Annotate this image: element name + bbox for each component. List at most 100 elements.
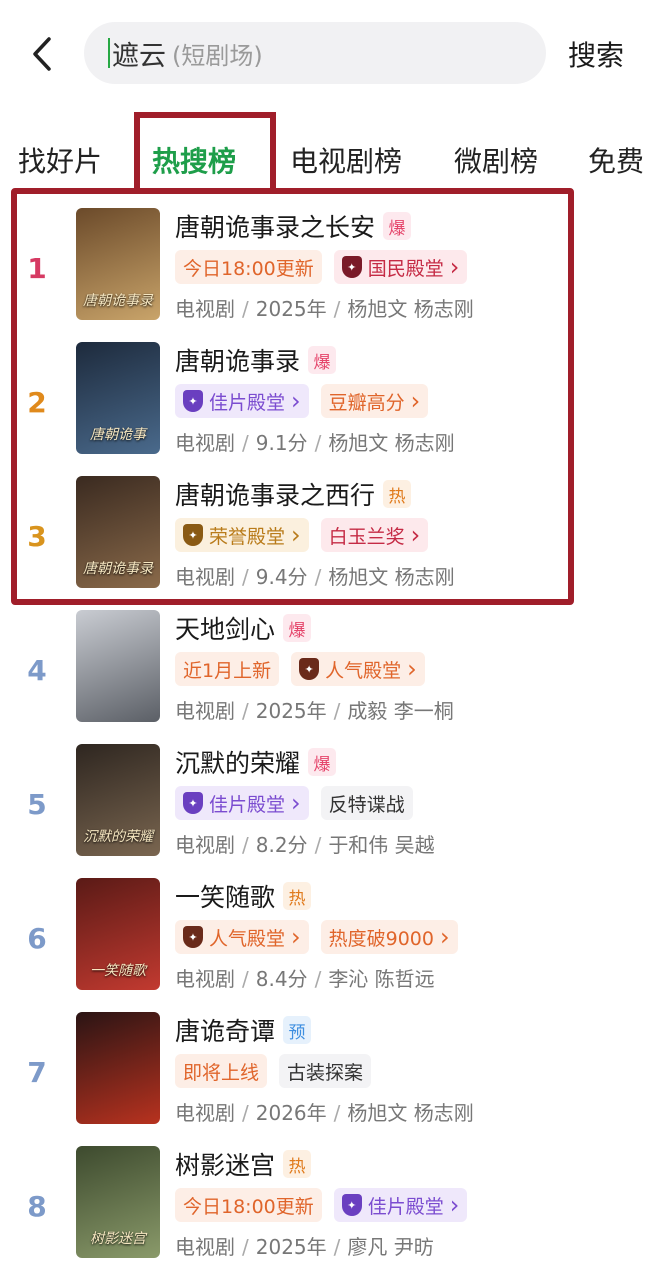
meta-genre: 电视剧	[175, 833, 235, 857]
list-item[interactable]: 6 一笑随歌 一笑随歌热 ✦ 人气殿堂 › 热度破9000 › 电视剧/8.4分 / 李沁 陈哲远	[0, 876, 652, 1010]
tag-row: 今日18:00更新 ✦ 佳片殿堂 ›	[175, 1188, 479, 1222]
poster-image[interactable]	[76, 1012, 160, 1124]
tag-row: ✦ 人气殿堂 › 热度破9000 ›	[175, 920, 470, 954]
meta-separator: /	[242, 699, 249, 723]
meta-separator: /	[242, 967, 249, 991]
meta-separator: /	[242, 1235, 249, 1259]
top-bar: 遮云 (短剧场) 搜索	[0, 0, 652, 108]
tag-row: 近1月上新 ✦ 人气殿堂 ›	[175, 652, 437, 686]
tag-chip: 近1月上新	[175, 652, 280, 686]
search-hint: (短剧场)	[172, 41, 263, 70]
drama-title[interactable]: 沉默的荣耀	[175, 744, 300, 780]
poster-caption: 沉默的荣耀	[83, 829, 153, 845]
highlight-frame-tab	[134, 112, 276, 188]
tag-chip[interactable]: 热度破9000 ›	[320, 920, 458, 954]
tag-label: 佳片殿堂	[367, 1195, 444, 1218]
hot-badge: 热	[283, 882, 312, 910]
tag-chip: 古装探案	[279, 1054, 372, 1088]
drama-meta: 电视剧/2025年 / 成毅 李一桐	[175, 695, 454, 724]
tab-micro-drama[interactable]: 微剧榜	[454, 140, 538, 180]
meta-separator: /	[242, 833, 249, 857]
poster-caption: 一笑随歌	[90, 963, 146, 979]
meta-separator: /	[314, 833, 322, 857]
tag-label: 佳片殿堂	[209, 793, 286, 816]
drama-title[interactable]: 唐诡奇谭	[175, 1012, 275, 1048]
rank-number: 5	[27, 788, 47, 821]
tag-label: 人气殿堂	[209, 927, 286, 950]
tab-free[interactable]: 免费	[588, 140, 644, 180]
chevron-right-icon: ›	[439, 923, 450, 951]
tag-chip: 今日18:00更新	[175, 1188, 322, 1222]
drama-meta: 电视剧/8.2分 / 于和伟 吴越	[175, 829, 435, 858]
rank-number: 6	[27, 922, 47, 955]
list-item[interactable]: 7 唐诡奇谭预即将上线 古装探案 电视剧/2026年 / 杨旭文 杨志刚	[0, 1010, 652, 1144]
poster-image[interactable]: 一笑随歌	[76, 878, 160, 990]
meta-year-or-score: 2025年	[255, 699, 327, 723]
tag-label: 今日18:00更新	[183, 1195, 314, 1218]
hot-badge: 爆	[308, 748, 337, 776]
shield-icon: ✦	[341, 1194, 362, 1216]
meta-cast: 于和伟 吴越	[328, 833, 435, 857]
chevron-right-icon: ›	[407, 655, 417, 683]
poster-image[interactable]: 树影迷宫	[76, 1146, 160, 1258]
drama-title[interactable]: 树影迷宫	[175, 1146, 275, 1182]
meta-separator: /	[333, 1101, 341, 1125]
meta-genre: 电视剧	[175, 1235, 235, 1259]
shield-icon: ✦	[183, 792, 203, 814]
tag-chip[interactable]: ✦ 佳片殿堂 ›	[175, 786, 309, 820]
poster-caption: 树影迷宫	[90, 1231, 146, 1247]
meta-year-or-score: 8.2分	[255, 833, 308, 857]
tag-label: 热度破9000	[328, 927, 434, 950]
tag-chip[interactable]: ✦ 人气殿堂 ›	[291, 652, 425, 686]
drama-title[interactable]: 一笑随歌	[175, 878, 275, 914]
meta-cast: 杨旭文 杨志刚	[347, 1101, 474, 1125]
highlight-frame-top3	[11, 188, 574, 605]
tab-tv-rank[interactable]: 电视剧榜	[290, 140, 402, 180]
shield-icon: ✦	[183, 926, 203, 948]
meta-separator: /	[242, 1101, 249, 1125]
meta-year-or-score: 2026年	[255, 1101, 327, 1125]
list-item[interactable]: 4 天地剑心爆近1月上新 ✦ 人气殿堂 › 电视剧/2025年 / 成毅 李一桐	[0, 608, 652, 742]
meta-genre: 电视剧	[175, 967, 235, 991]
search-input[interactable]: 遮云 (短剧场)	[84, 22, 546, 84]
hot-badge: 热	[283, 1150, 312, 1178]
text-cursor	[108, 38, 110, 68]
hot-badge: 爆	[283, 614, 312, 642]
meta-separator: /	[314, 967, 322, 991]
chevron-left-icon	[33, 37, 51, 71]
tag-chip: 即将上线	[175, 1054, 268, 1088]
tag-label: 古装探案	[287, 1061, 364, 1084]
rank-number: 8	[27, 1190, 47, 1223]
chevron-right-icon: ›	[291, 789, 301, 817]
meta-genre: 电视剧	[175, 699, 235, 723]
meta-cast: 李沁 陈哲远	[328, 967, 435, 991]
meta-cast: 成毅 李一桐	[347, 699, 454, 723]
tag-label: 反特谍战	[328, 793, 405, 816]
drama-meta: 电视剧/2026年 / 杨旭文 杨志刚	[175, 1097, 474, 1126]
back-button[interactable]	[24, 34, 60, 74]
tag-label: 即将上线	[183, 1061, 260, 1084]
meta-cast: 廖凡 尹昉	[347, 1235, 434, 1259]
meta-year-or-score: 8.4分	[255, 967, 308, 991]
tag-label: 近1月上新	[183, 659, 272, 682]
rank-number: 4	[27, 654, 47, 687]
tab-find-good[interactable]: 找好片	[18, 140, 102, 180]
search-query: 遮云	[112, 40, 166, 72]
meta-genre: 电视剧	[175, 1101, 235, 1125]
list-item[interactable]: 8 树影迷宫 树影迷宫热今日18:00更新 ✦ 佳片殿堂 › 电视剧/2025年 / 廖凡 尹昉	[0, 1144, 652, 1278]
tag-chip[interactable]: ✦ 人气殿堂 ›	[175, 920, 309, 954]
tag-chip[interactable]: ✦ 佳片殿堂 ›	[333, 1188, 468, 1222]
tag-row: ✦ 佳片殿堂 › 反特谍战	[175, 786, 425, 820]
poster-image[interactable]: 沉默的荣耀	[76, 744, 160, 856]
meta-year-or-score: 2025年	[255, 1235, 327, 1259]
list-item[interactable]: 5 沉默的荣耀 沉默的荣耀爆 ✦ 佳片殿堂 › 反特谍战 电视剧/8.2分 / 于和伟 吴越	[0, 742, 652, 876]
rank-number: 7	[27, 1056, 47, 1089]
search-button[interactable]: 搜索	[568, 34, 624, 74]
poster-image[interactable]	[76, 610, 160, 722]
drama-title[interactable]: 天地剑心	[175, 610, 275, 646]
tag-chip: 反特谍战	[320, 786, 413, 820]
meta-separator: /	[333, 1235, 341, 1259]
category-tabs: 找好片 热搜榜 电视剧榜 微剧榜 免费	[0, 126, 652, 192]
chevron-right-icon: ›	[291, 923, 301, 951]
drama-meta: 电视剧/8.4分 / 李沁 陈哲远	[175, 963, 435, 992]
